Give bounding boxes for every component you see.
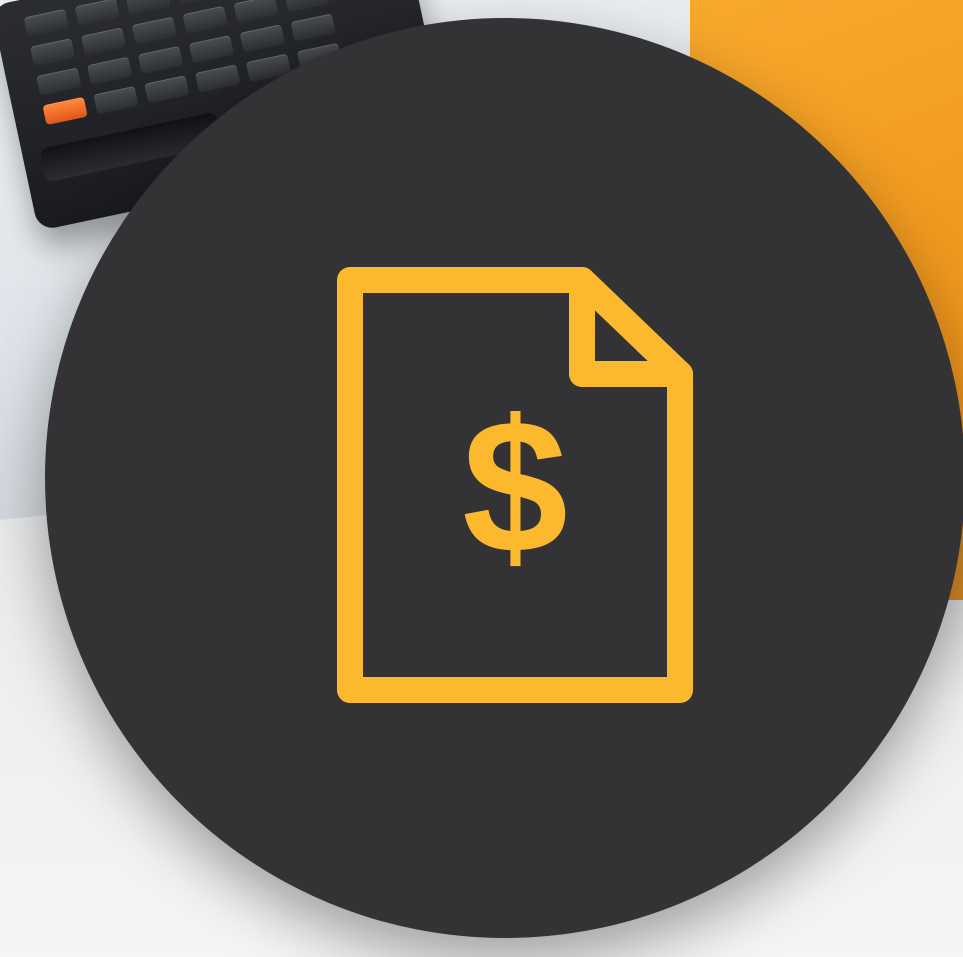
- calculator-key: [188, 35, 235, 64]
- calculator-key: [144, 75, 190, 104]
- invoice-dollar-icon: $: [330, 262, 700, 712]
- calculator-key: [131, 16, 177, 45]
- calculator-key: [87, 56, 133, 85]
- calculator-key: [80, 27, 127, 56]
- calculator-key-accent: [42, 96, 88, 126]
- calculator-key: [176, 0, 222, 5]
- calculator-key: [74, 0, 120, 27]
- calculator-key: [36, 67, 82, 96]
- calculator-key: [125, 0, 171, 16]
- calculator-key: [93, 86, 139, 115]
- calculator-key: [284, 0, 330, 13]
- calculator-key: [30, 38, 76, 67]
- calculator-key: [195, 64, 241, 93]
- calculator-key: [23, 8, 70, 38]
- background-scene: $: [0, 0, 963, 957]
- calculator-key: [239, 24, 285, 53]
- calculator-key: [290, 13, 336, 42]
- calculator-key: [137, 45, 184, 75]
- calculator-key: [182, 5, 228, 35]
- dollar-sign: $: [462, 381, 568, 593]
- calculator-key: [233, 0, 279, 24]
